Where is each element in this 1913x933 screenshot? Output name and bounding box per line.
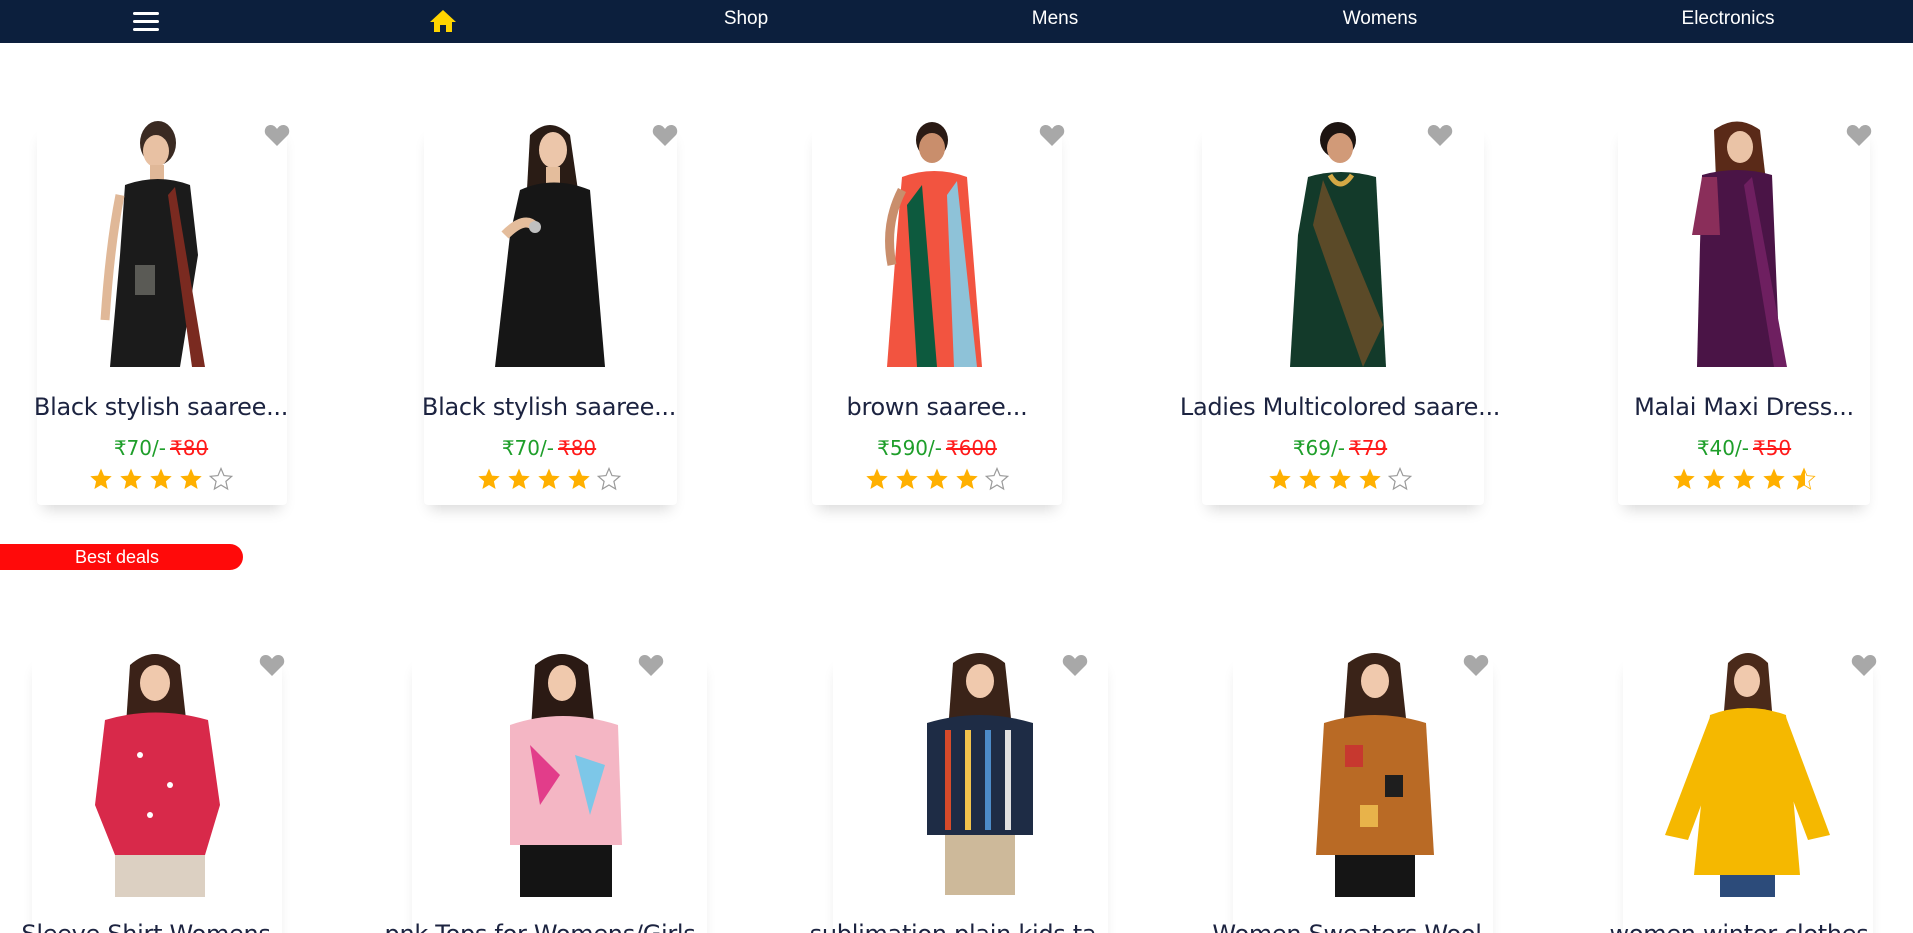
product-image[interactable]	[475, 115, 625, 367]
product-title[interactable]: Black stylish saaree...	[34, 393, 288, 421]
top-navbar: Shop Mens Womens Electronics	[0, 0, 1913, 43]
product-title[interactable]: pnk Tops for Womens/Girls...	[385, 920, 718, 933]
star-filled-icon	[508, 468, 530, 489]
star-filled-icon	[180, 468, 202, 489]
star-filled-icon	[1269, 468, 1291, 489]
star-half-icon	[1792, 467, 1816, 490]
star-filled-icon	[150, 468, 172, 489]
star-empty-icon	[597, 467, 621, 491]
star-filled-icon	[1703, 468, 1725, 489]
star-filled-icon	[120, 468, 142, 489]
product-image[interactable]	[1650, 645, 1840, 897]
star-filled-icon	[1763, 468, 1785, 489]
star-filled-icon	[956, 468, 978, 489]
star-filled-icon	[1673, 468, 1695, 489]
original-price: ₹600	[945, 436, 997, 460]
original-price: ₹80	[169, 436, 209, 460]
product-image[interactable]	[1662, 115, 1812, 367]
star-empty-icon	[985, 467, 1009, 491]
product-image[interactable]	[1268, 115, 1418, 367]
product-title[interactable]: Ladies Multicolored saare...	[1180, 393, 1501, 421]
product-title[interactable]: brown saaree...	[847, 393, 1028, 421]
product-image[interactable]	[1300, 645, 1450, 897]
nav-link-electronics[interactable]: Electronics	[1682, 8, 1775, 30]
star-rating	[865, 467, 1009, 491]
wishlist-heart-icon[interactable]	[1851, 653, 1877, 677]
product-price: ₹70/- ₹80	[114, 436, 208, 460]
product-title[interactable]: Black stylish saaree...	[422, 393, 676, 421]
hamburger-menu-icon[interactable]	[133, 12, 159, 32]
star-filled-icon	[1299, 468, 1321, 489]
current-price: ₹40/-	[1696, 436, 1749, 460]
home-icon[interactable]	[429, 9, 457, 33]
star-filled-icon	[1329, 468, 1351, 489]
star-filled-icon	[1733, 468, 1755, 489]
wishlist-heart-icon[interactable]	[1039, 123, 1065, 147]
product-price: ₹69/- ₹79	[1293, 436, 1387, 460]
original-price: ₹50	[1752, 436, 1792, 460]
wishlist-heart-icon[interactable]	[652, 123, 678, 147]
wishlist-heart-icon[interactable]	[638, 653, 664, 677]
nav-link-shop[interactable]: Shop	[724, 8, 768, 30]
product-title[interactable]: women winter clothes...	[1610, 920, 1891, 933]
product-title[interactable]: Sleeve Shirt Womens...	[21, 920, 293, 933]
best-deals-banner: Best deals	[0, 544, 243, 570]
wishlist-heart-icon[interactable]	[1427, 123, 1453, 147]
wishlist-heart-icon[interactable]	[1463, 653, 1489, 677]
current-price: ₹70/-	[501, 436, 554, 460]
product-image[interactable]	[80, 115, 230, 367]
product-title[interactable]: sublimation plain kids ta...	[810, 920, 1119, 933]
star-filled-icon	[896, 468, 918, 489]
product-image[interactable]	[862, 115, 1012, 367]
current-price: ₹70/-	[113, 436, 166, 460]
star-filled-icon	[568, 468, 590, 489]
wishlist-heart-icon[interactable]	[259, 653, 285, 677]
star-filled-icon	[926, 468, 948, 489]
product-image[interactable]	[490, 645, 640, 897]
star-rating	[1268, 467, 1412, 491]
star-filled-icon	[90, 468, 112, 489]
star-filled-icon	[1359, 468, 1381, 489]
current-price: ₹69/-	[1292, 436, 1345, 460]
star-empty-icon	[1388, 467, 1412, 491]
product-title[interactable]: Malai Maxi Dress...	[1634, 393, 1854, 421]
star-rating	[477, 467, 621, 491]
nav-link-mens[interactable]: Mens	[1032, 8, 1078, 30]
star-filled-icon	[866, 468, 888, 489]
product-price: ₹40/- ₹50	[1697, 436, 1791, 460]
product-title[interactable]: Women Sweaters Wool...	[1212, 920, 1503, 933]
wishlist-heart-icon[interactable]	[1062, 653, 1088, 677]
wishlist-heart-icon[interactable]	[1846, 123, 1872, 147]
star-rating	[89, 467, 233, 491]
current-price: ₹590/-	[877, 436, 942, 460]
star-filled-icon	[538, 468, 560, 489]
original-price: ₹79	[1348, 436, 1388, 460]
product-price: ₹590/- ₹600	[877, 436, 997, 460]
star-filled-icon	[478, 468, 500, 489]
wishlist-heart-icon[interactable]	[264, 123, 290, 147]
product-image[interactable]	[80, 645, 240, 897]
star-empty-icon	[209, 467, 233, 491]
product-image[interactable]	[905, 645, 1055, 897]
product-price: ₹70/- ₹80	[502, 436, 596, 460]
nav-link-womens[interactable]: Womens	[1343, 8, 1418, 30]
star-rating	[1672, 467, 1816, 491]
original-price: ₹80	[557, 436, 597, 460]
